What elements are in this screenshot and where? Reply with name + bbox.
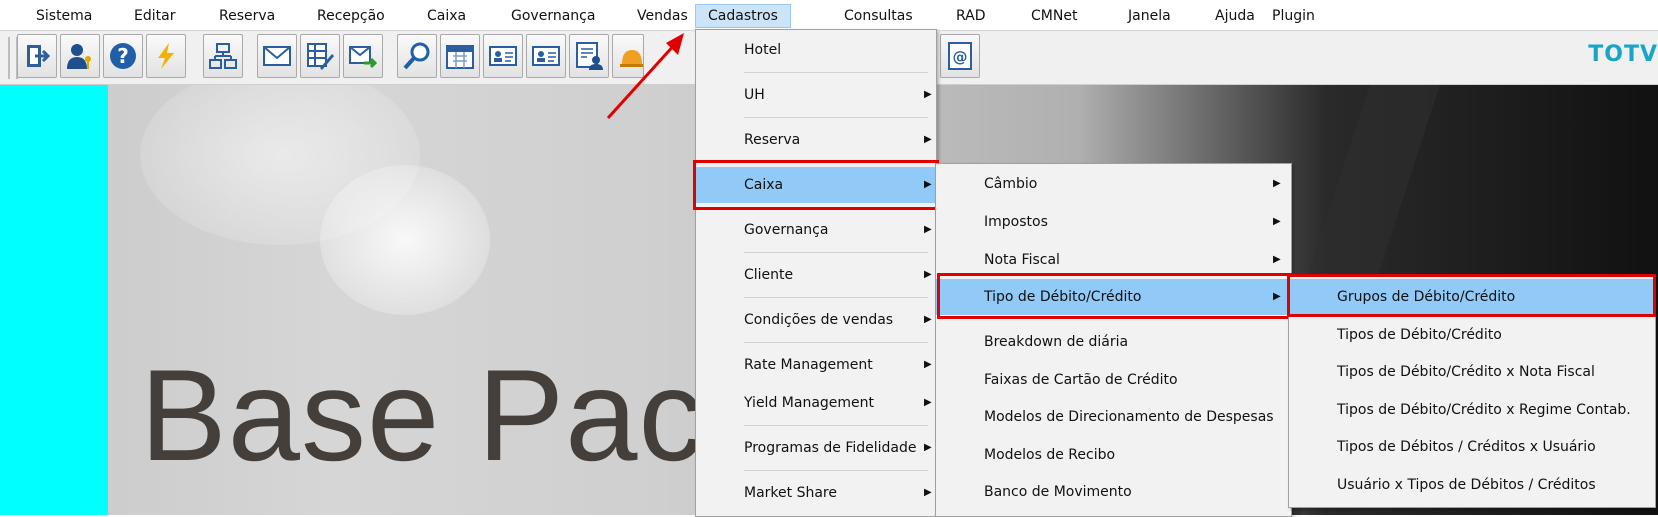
menu-governanca[interactable]: Governança <box>505 6 601 26</box>
menu-item-uh[interactable]: UH ▶ <box>696 77 936 113</box>
logout-button[interactable] <box>17 34 57 78</box>
menu-vendas[interactable]: Vendas <box>631 6 694 26</box>
submenu-arrow-icon: ▶ <box>924 359 932 370</box>
network-button[interactable] <box>203 34 243 78</box>
submenu-arrow-icon: ▶ <box>924 314 932 325</box>
submenu-arrow-icon: ▶ <box>924 487 932 498</box>
guest-card-icon <box>532 46 560 66</box>
address-book-icon: @ <box>948 42 972 70</box>
menu-item-tipos-regime-contab[interactable]: Tipos de Débito/Crédito x Regime Contab. <box>1289 392 1655 428</box>
help-icon: ? <box>110 43 136 69</box>
submenu-arrow-icon: ▶ <box>924 397 932 408</box>
grid-edit-button[interactable] <box>300 34 340 78</box>
grid-edit-icon <box>307 43 334 70</box>
menu-item-modelos-direcionamento[interactable]: Modelos de Direcionamento de Despesas <box>936 399 1291 435</box>
menu-bar: Sistema Editar Reserva Recepção Caixa Go… <box>0 0 1658 31</box>
menu-item-banco-movimento[interactable]: Banco de Movimento <box>936 474 1291 510</box>
guest-card-button-2[interactable] <box>526 34 566 78</box>
submenu-arrow-icon: ▶ <box>1273 216 1281 227</box>
calendar-icon <box>446 45 474 69</box>
submenu-arrow-icon: ▶ <box>924 269 932 280</box>
submenu-arrow-icon: ▶ <box>1273 178 1281 189</box>
brand-logo: TOTV <box>1588 42 1658 67</box>
menu-ajuda[interactable]: Ajuda <box>1209 6 1261 26</box>
menu-item-reserva[interactable]: Reserva ▶ <box>696 122 936 158</box>
menu-item-cambio[interactable]: Câmbio ▶ <box>936 166 1291 202</box>
menu-item-tipos-debito-credito[interactable]: Tipos de Débito/Crédito <box>1289 317 1655 353</box>
menu-caixa[interactable]: Caixa <box>421 6 472 26</box>
send-mail-icon <box>349 46 377 69</box>
menu-item-tipos-nota-fiscal[interactable]: Tipos de Débito/Crédito x Nota Fiscal <box>1289 354 1655 390</box>
menu-item-modelos-recibo[interactable]: Modelos de Recibo <box>936 437 1291 473</box>
caixa-submenu: Câmbio ▶ Impostos ▶ Nota Fiscal ▶ Tipo de D… <box>935 163 1292 517</box>
logout-icon <box>27 45 51 67</box>
network-icon <box>209 43 237 69</box>
menu-consultas[interactable]: Consultas <box>838 6 919 26</box>
mail-button[interactable] <box>257 34 297 78</box>
side-panel <box>0 85 108 515</box>
submenu-arrow-icon: ▶ <box>1273 254 1281 265</box>
calendar-button[interactable] <box>440 34 480 78</box>
submenu-arrow-icon: ▶ <box>924 179 932 190</box>
menu-item-yield-management[interactable]: Yield Management ▶ <box>696 385 936 421</box>
menu-plugin[interactable]: Plugin <box>1266 6 1321 26</box>
address-book-button[interactable]: @ <box>940 34 980 78</box>
background-title: Base Pac <box>140 342 705 488</box>
submenu-arrow-icon: ▶ <box>924 89 932 100</box>
user-key-button[interactable] <box>60 34 100 78</box>
tipo-debito-credito-submenu: Grupos de Débito/Crédito Tipos de Débito… <box>1288 276 1656 508</box>
menu-item-cliente[interactable]: Cliente ▶ <box>696 257 936 293</box>
search-button[interactable] <box>397 34 437 78</box>
annotation-arrow <box>606 33 684 120</box>
menu-item-caixa[interactable]: Caixa ▶ <box>696 167 936 203</box>
menu-item-impostos[interactable]: Impostos ▶ <box>936 204 1291 240</box>
menu-rad[interactable]: RAD <box>950 6 992 26</box>
help-button[interactable]: ? <box>103 34 143 78</box>
menu-item-breakdown-diaria[interactable]: Breakdown de diária <box>936 324 1291 360</box>
menu-cmnet[interactable]: CMNet <box>1025 6 1083 26</box>
send-mail-button[interactable] <box>343 34 383 78</box>
menu-item-nota-fiscal[interactable]: Nota Fiscal ▶ <box>936 242 1291 278</box>
menu-item-tipos-x-usuario[interactable]: Tipos de Débitos / Créditos x Usuário <box>1289 429 1655 465</box>
guest-card-button[interactable] <box>483 34 523 78</box>
menu-item-programas-fidelidade[interactable]: Programas de Fidelidade ▶ <box>696 430 936 466</box>
menu-cadastros[interactable]: Cadastros <box>695 4 791 28</box>
submenu-arrow-icon: ▶ <box>924 442 932 453</box>
submenu-arrow-icon: ▶ <box>1273 291 1281 302</box>
quick-action-button[interactable] <box>146 34 186 78</box>
search-icon <box>403 42 430 70</box>
menu-item-hotel[interactable]: Hotel <box>696 32 936 68</box>
svg-text:@: @ <box>953 48 968 66</box>
menu-reserva[interactable]: Reserva <box>213 6 281 26</box>
menu-item-tipo-debito-credito[interactable]: Tipo de Débito/Crédito ▶ <box>936 279 1291 315</box>
user-key-icon <box>67 44 91 69</box>
mail-icon <box>263 46 291 66</box>
submenu-arrow-icon: ▶ <box>924 224 932 235</box>
menu-item-usuario-x-tipos[interactable]: Usuário x Tipos de Débitos / Créditos <box>1289 467 1655 503</box>
submenu-arrow-icon: ▶ <box>924 134 932 145</box>
menu-sistema[interactable]: Sistema <box>30 6 98 26</box>
menu-item-market-share[interactable]: Market Share ▶ <box>696 475 936 511</box>
menu-recepcao[interactable]: Recepção <box>311 6 391 26</box>
menu-item-condicoes-vendas[interactable]: Condições de vendas ▶ <box>696 302 936 338</box>
cadastros-menu: Hotel UH ▶ Reserva ▶ Caixa ▶ Governança ▶ Cl… <box>695 29 937 517</box>
menu-editar[interactable]: Editar <box>128 6 181 26</box>
guest-card-icon <box>489 46 517 66</box>
menu-item-rate-management[interactable]: Rate Management ▶ <box>696 347 936 383</box>
menu-item-governanca[interactable]: Governança ▶ <box>696 212 936 248</box>
menu-item-faixas-cartao[interactable]: Faixas de Cartão de Crédito <box>936 362 1291 398</box>
report-user-icon <box>576 42 603 70</box>
lightning-icon <box>158 43 174 69</box>
menu-item-grupos-debito-credito[interactable]: Grupos de Débito/Crédito <box>1289 279 1655 315</box>
svg-text:?: ? <box>117 44 129 68</box>
menu-janela[interactable]: Janela <box>1122 6 1177 26</box>
